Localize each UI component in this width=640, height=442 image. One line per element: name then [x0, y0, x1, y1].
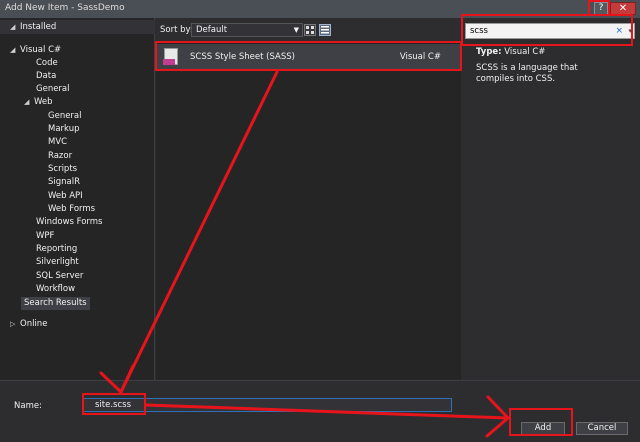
search-input[interactable]: scss × ▾: [465, 23, 635, 39]
name-input[interactable]: site.scss: [82, 398, 452, 412]
tree-installed-label: Installed: [20, 22, 57, 32]
cancel-button[interactable]: Cancel: [576, 422, 628, 435]
tree-item-label: Web: [34, 97, 53, 107]
dropdown-icon[interactable]: ▾: [628, 24, 632, 38]
detail-type: Type: Visual C#: [476, 47, 545, 57]
expand-arrow-icon: ◢: [24, 98, 30, 106]
grid-view-button[interactable]: [304, 24, 316, 36]
sort-by-select[interactable]: Default ▼: [191, 23, 303, 37]
tree-item-web[interactable]: ◢ Web: [24, 96, 53, 109]
list-icon: [321, 26, 329, 34]
sort-by-value: Default: [196, 25, 228, 35]
close-button[interactable]: ✕: [610, 2, 636, 15]
add-button[interactable]: Add: [521, 422, 565, 435]
detail-description: SCSS is a language that compiles into CS…: [476, 63, 578, 84]
tree-item-sql-server[interactable]: SQL Server: [36, 270, 83, 283]
tree-item-label: Visual C#: [20, 45, 62, 55]
tree-item-web-api[interactable]: Web API: [48, 190, 83, 203]
tree-item-razor[interactable]: Razor: [48, 150, 72, 163]
tree-item-code[interactable]: Code: [36, 57, 58, 70]
tree-item-mvc[interactable]: MVC: [48, 136, 67, 149]
tree-item-markup[interactable]: Markup: [48, 123, 79, 136]
tree-item-visual-csharp[interactable]: ◢ Visual C#: [10, 44, 61, 57]
template-name: SCSS Style Sheet (SASS): [190, 52, 295, 62]
tree-item-data[interactable]: Data: [36, 70, 56, 83]
tree-item-general[interactable]: General: [36, 83, 70, 96]
scss-file-icon: [163, 48, 178, 65]
tree-item-windows-forms[interactable]: Windows Forms: [36, 216, 103, 229]
tree-installed-header[interactable]: ◢ Installed: [0, 20, 155, 34]
template-list: SCSS Style Sheet (SASS) Visual C#: [156, 42, 461, 380]
name-label: Name:: [14, 401, 42, 411]
tree-item-signalr[interactable]: SignalR: [48, 176, 80, 189]
expand-arrow-icon: ◢: [10, 23, 16, 31]
tree-item-wpf[interactable]: WPF: [36, 230, 54, 243]
tree-item-online[interactable]: ▷ Online: [10, 318, 47, 331]
help-button[interactable]: ?: [594, 2, 608, 15]
tree-item-label: Online: [20, 319, 48, 329]
detail-type-value: Visual C#: [504, 47, 546, 57]
toolbar: Sort by: Default ▼: [156, 18, 461, 42]
clear-icon[interactable]: ×: [615, 24, 623, 38]
sort-by-label: Sort by:: [160, 25, 193, 35]
window-title: Add New Item - SassDemo: [5, 3, 125, 13]
template-language: Visual C#: [399, 52, 441, 62]
grid-icon: [306, 26, 314, 34]
chevron-down-icon: ▼: [293, 26, 299, 34]
list-view-button[interactable]: [319, 24, 331, 36]
search-value: scss: [470, 26, 488, 36]
tree-item-reporting[interactable]: Reporting: [36, 243, 77, 256]
tree-item-silverlight[interactable]: Silverlight: [36, 256, 79, 269]
detail-type-label: Type:: [476, 47, 502, 57]
title-bar: Add New Item - SassDemo ? ✕: [0, 0, 640, 18]
tree-item-search-results[interactable]: Search Results: [21, 297, 90, 310]
tree-item-web-general[interactable]: General: [48, 110, 82, 123]
tree-item-scripts[interactable]: Scripts: [48, 163, 77, 176]
bottom-bar: Name: site.scss Add Cancel: [0, 380, 640, 442]
tree-item-web-forms[interactable]: Web Forms: [48, 203, 95, 216]
tree-item-workflow[interactable]: Workflow: [36, 283, 75, 296]
details-pane: scss × ▾ Type: Visual C# SCSS is a langu…: [462, 18, 640, 380]
template-item-scss[interactable]: SCSS Style Sheet (SASS) Visual C#: [156, 44, 461, 70]
expand-arrow-icon: ◢: [10, 46, 16, 54]
collapse-arrow-icon: ▷: [10, 320, 16, 328]
category-tree: ◢ Installed ◢ Visual C# Code Data General …: [0, 18, 155, 380]
